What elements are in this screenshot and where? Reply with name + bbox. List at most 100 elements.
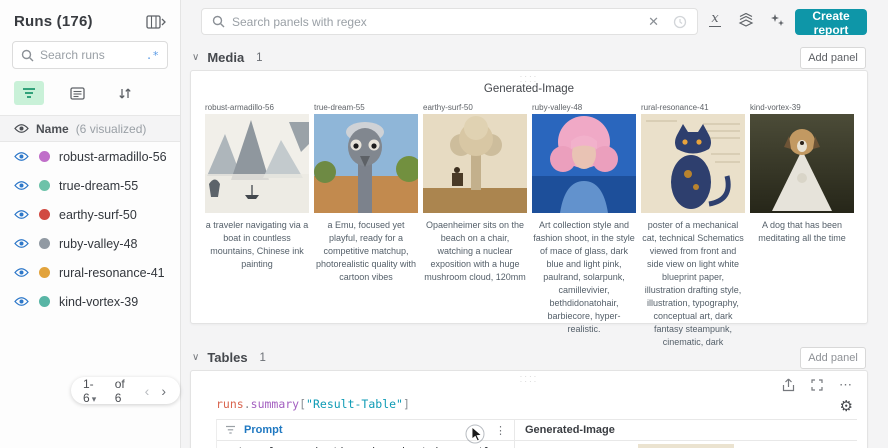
generated-image-thumbnail[interactable]: [423, 114, 527, 213]
regex-toggle[interactable]: .*: [146, 49, 159, 62]
tables-section-collapse-icon[interactable]: ∨: [192, 352, 199, 363]
prev-page-button[interactable]: ‹: [143, 383, 152, 399]
panel-drag-handle[interactable]: ···· ····: [520, 373, 539, 386]
generated-image-thumbnail[interactable]: [641, 114, 745, 213]
media-item: rural-resonance-41 poster of a mechanica…: [641, 103, 745, 349]
panel-search-box: ✕: [201, 8, 698, 35]
visibility-eye-icon[interactable]: [14, 267, 29, 278]
media-run-label: true-dream-55: [314, 103, 365, 112]
runs-search-box: .*: [12, 41, 168, 69]
panel-search-input[interactable]: [232, 14, 649, 29]
media-run-label: earthy-surf-50: [423, 103, 473, 112]
run-row[interactable]: rural-resonance-41: [0, 258, 180, 287]
run-name-label: kind-vortex-39: [59, 294, 139, 309]
generated-image-thumbnail[interactable]: [314, 114, 418, 213]
media-item: true-dream-55 a Emu, focused yet playful…: [314, 103, 418, 349]
search-icon: [21, 49, 34, 61]
result-image-thumbnail[interactable]: [638, 444, 734, 448]
image-caption: Opaenheimer sits on the beach on a chair…: [424, 220, 526, 283]
media-section-count: 1: [256, 51, 263, 64]
export-share-icon[interactable]: [782, 378, 795, 392]
caret-down-icon: ▾: [91, 393, 97, 404]
media-item: ruby-valley-48 Art collection style and …: [532, 103, 636, 349]
table-settings-gear-icon[interactable]: ⚙: [840, 397, 853, 415]
run-color-dot: [39, 180, 50, 191]
table-query-expression[interactable]: runs.summary["Result-Table"]: [216, 397, 410, 411]
next-page-button[interactable]: ›: [159, 383, 168, 399]
media-panel: ···· ···· Generated-Image robust-armadill…: [190, 70, 868, 347]
latex-export-icon[interactable]: x: [706, 11, 724, 29]
sort-runs-button[interactable]: [110, 81, 140, 105]
run-row[interactable]: robust-armadillo-56: [0, 142, 180, 171]
visibility-eye-icon[interactable]: [14, 238, 29, 249]
media-run-label: rural-resonance-41: [641, 103, 709, 112]
more-options-icon[interactable]: ⋯: [839, 377, 853, 393]
eye-icon: [14, 124, 29, 133]
search-icon: [212, 15, 225, 28]
runs-count-title: Runs (176): [14, 13, 93, 30]
page-range-dropdown[interactable]: 1-6 ▾: [83, 377, 107, 405]
sort-arrows-icon: [119, 88, 131, 98]
run-row[interactable]: kind-vortex-39: [0, 287, 180, 316]
image-caption: A dog that has been meditating all the t…: [758, 220, 846, 244]
run-color-dot: [39, 209, 50, 220]
wandb-workspace: Runs (176) .*: [0, 0, 888, 448]
run-color-dot: [39, 238, 50, 249]
media-section-collapse-icon[interactable]: ∨: [192, 52, 199, 63]
visibility-eye-icon[interactable]: [14, 151, 29, 162]
visibility-eye-icon[interactable]: [14, 209, 29, 220]
run-row[interactable]: true-dream-55: [0, 171, 180, 200]
group-name-label: Name: [36, 121, 69, 136]
generated-image-thumbnail[interactable]: [750, 114, 854, 213]
tables-add-panel-button[interactable]: Add panel: [800, 347, 866, 369]
column-header-generated-image[interactable]: Generated-Image: [525, 424, 615, 436]
media-item: robust-armadillo-56 a traveler navigatin…: [205, 103, 309, 349]
table-row[interactable]: a traveler navigating via a boat in coun…: [217, 441, 857, 448]
page-total-label: of 6: [114, 376, 125, 405]
prompt-cell[interactable]: a traveler navigating via a boat in coun…: [217, 441, 514, 448]
panel-drag-handle[interactable]: ···· ····: [520, 73, 539, 86]
group-runs-button[interactable]: [62, 81, 92, 105]
panel-layers-icon[interactable]: [737, 11, 755, 29]
media-run-label: robust-armadillo-56: [205, 103, 274, 112]
filter-runs-button[interactable]: [14, 81, 44, 105]
result-table: Prompt ⋮ Generated-Image a traveler navi…: [216, 419, 857, 448]
visibility-eye-icon[interactable]: [14, 180, 29, 191]
run-color-dot: [39, 296, 50, 307]
visibility-eye-icon[interactable]: [14, 296, 29, 307]
image-caption: a traveler navigating via a boat in coun…: [205, 220, 309, 270]
tables-section-count: 1: [259, 351, 266, 364]
run-name-label: earthy-surf-50: [59, 207, 137, 222]
media-item: earthy-surf-50 Opaenheimer sits on the b…: [423, 103, 527, 349]
column-menu-icon[interactable]: ⋮: [495, 424, 510, 437]
run-row[interactable]: earthy-surf-50: [0, 200, 180, 229]
funnel-icon: [23, 87, 35, 98]
sparkles-icon[interactable]: [768, 11, 786, 29]
fullscreen-icon[interactable]: [811, 379, 823, 391]
run-row[interactable]: ruby-valley-48: [0, 229, 180, 258]
generated-image-thumbnail[interactable]: [532, 114, 636, 213]
run-color-dot: [39, 267, 50, 278]
runs-sidebar: Runs (176) .*: [0, 0, 181, 448]
generated-image-thumbnail[interactable]: [205, 114, 309, 213]
result-table-header: Prompt ⋮ Generated-Image: [217, 420, 857, 441]
run-name-label: true-dream-55: [59, 178, 139, 193]
visualized-count-label: (6 visualized): [75, 121, 147, 136]
run-color-dot: [38, 151, 50, 162]
tables-section-title: Tables: [207, 350, 248, 365]
media-add-panel-button[interactable]: Add panel: [800, 47, 866, 69]
media-section-title: Media: [207, 50, 245, 65]
create-report-button[interactable]: Create report: [795, 9, 867, 37]
expand-table-icon[interactable]: [146, 14, 166, 29]
media-item: kind-vortex-39 A dog that has been medit…: [750, 103, 854, 349]
runs-search-input[interactable]: [40, 48, 146, 62]
clear-search-icon[interactable]: ✕: [648, 14, 659, 30]
runs-pagination: 1-6 ▾ of 6 ‹ ›: [71, 376, 180, 405]
tables-panel: ···· ···· ⋯ ⚙ runs.summary["Result-Table"…: [190, 370, 868, 448]
image-caption: poster of a mechanical cat, technical Sc…: [642, 220, 744, 348]
column-header-prompt[interactable]: Prompt: [244, 424, 487, 436]
image-cell[interactable]: [514, 441, 857, 448]
column-filter-icon[interactable]: [225, 425, 236, 435]
history-clock-icon[interactable]: [673, 15, 687, 29]
run-name-label: ruby-valley-48: [59, 236, 138, 251]
